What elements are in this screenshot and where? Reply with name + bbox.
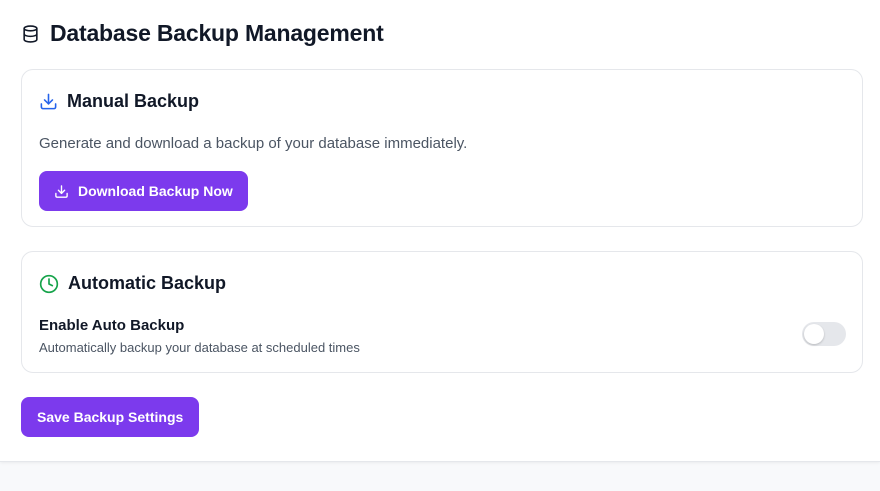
database-icon bbox=[21, 24, 40, 44]
download-backup-button[interactable]: Download Backup Now bbox=[39, 171, 248, 211]
manual-backup-description: Generate and download a backup of your d… bbox=[39, 135, 468, 152]
download-backup-label: Download Backup Now bbox=[78, 183, 233, 199]
toggle-knob bbox=[804, 324, 824, 344]
save-backup-settings-button[interactable]: Save Backup Settings bbox=[21, 397, 200, 437]
manual-backup-header: Manual Backup bbox=[39, 91, 199, 112]
page-title: Database Backup Management bbox=[50, 20, 384, 46]
automatic-backup-header: Automatic Backup bbox=[39, 273, 226, 294]
automatic-backup-title: Automatic Backup bbox=[68, 273, 227, 293]
auto-backup-label: Enable Auto Backup bbox=[39, 317, 185, 334]
auto-backup-toggle[interactable] bbox=[802, 322, 846, 346]
clock-icon bbox=[39, 274, 59, 294]
page-header: Database Backup Management bbox=[21, 20, 384, 47]
auto-backup-help: Automatically backup your database at sc… bbox=[39, 340, 360, 355]
download-icon bbox=[54, 184, 69, 199]
manual-backup-card: Manual Backup Generate and download a ba… bbox=[21, 69, 863, 227]
manual-backup-title: Manual Backup bbox=[67, 91, 200, 111]
backup-panel: Database Backup Management Manual Backup… bbox=[0, 0, 880, 462]
download-icon bbox=[39, 92, 58, 111]
automatic-backup-card: Automatic Backup Enable Auto Backup Auto… bbox=[21, 251, 863, 373]
